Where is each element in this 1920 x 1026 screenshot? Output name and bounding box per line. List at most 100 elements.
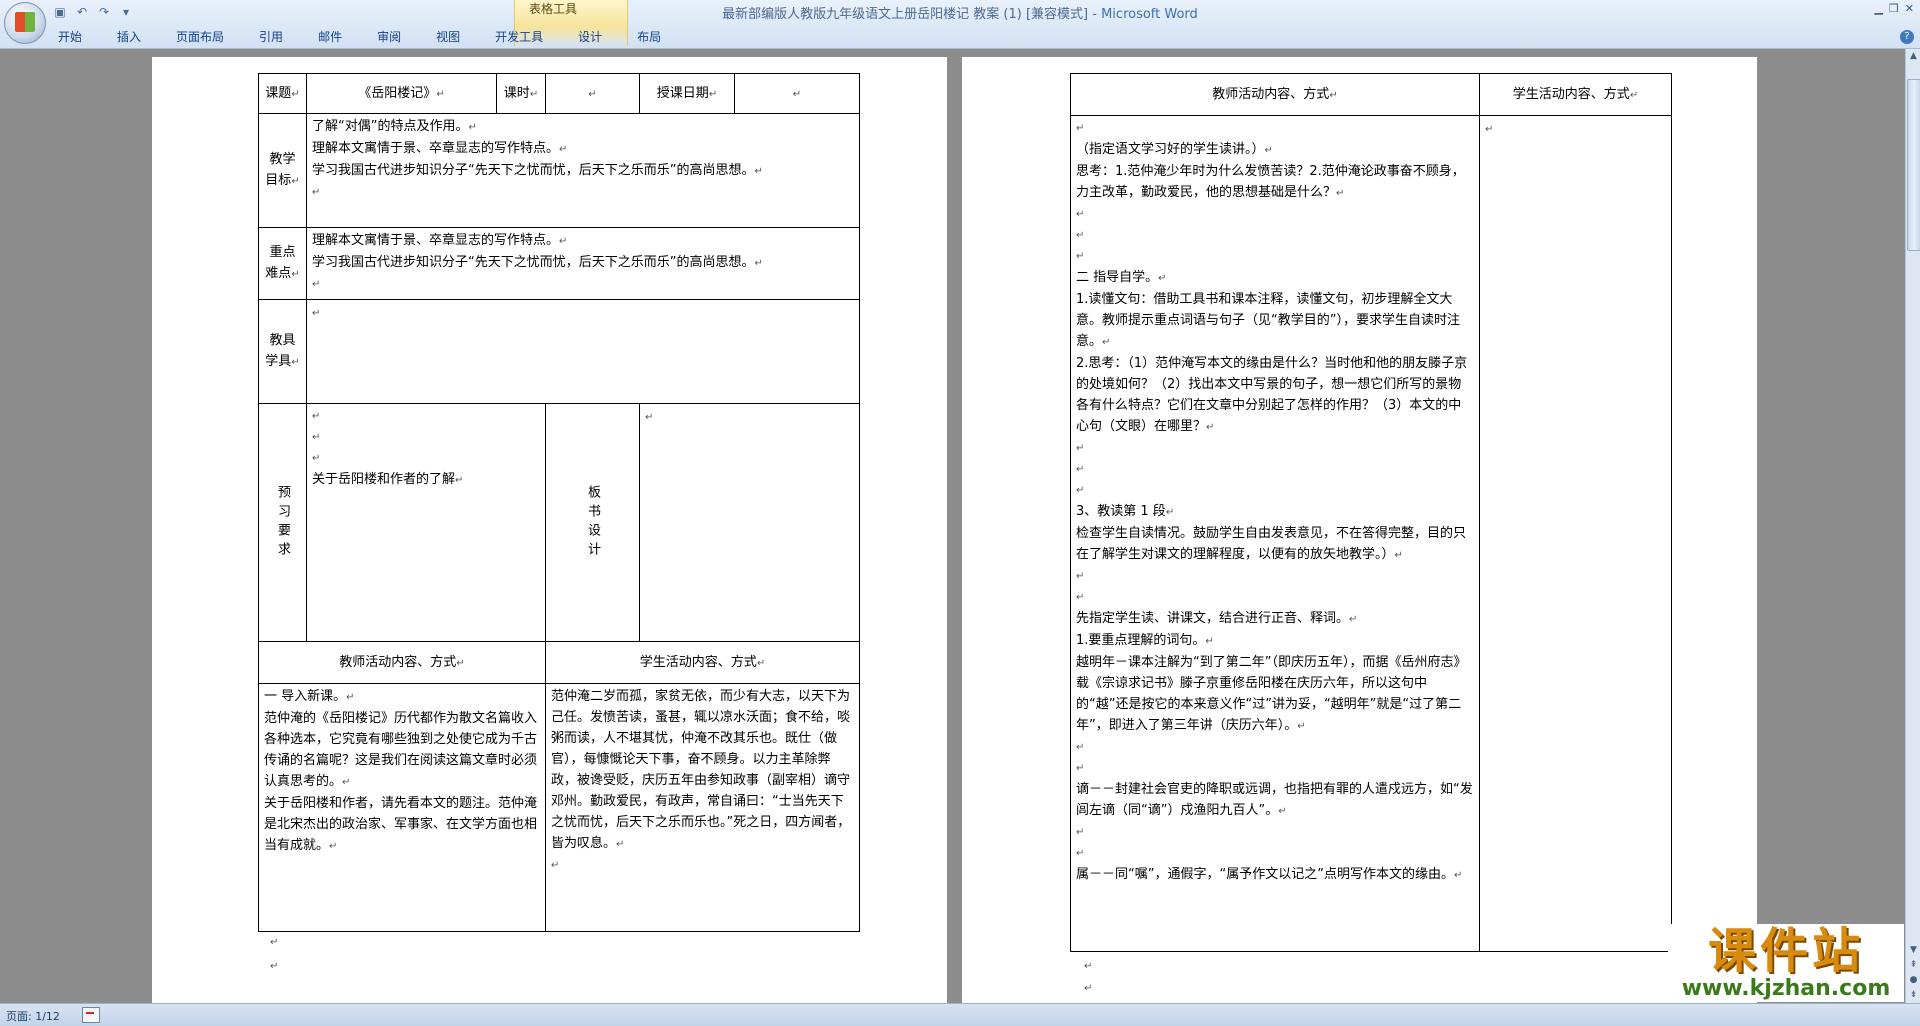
empty-paragraph-mark: ↵ (1076, 123, 1085, 134)
teacher-paragraph: 先指定学生读、讲课文，结合进行正音、释词。↵ (1076, 611, 1358, 626)
keypoint-item: 理解本文寓情于景、卒章显志的写作特点。↵ (312, 233, 568, 248)
date-value-cell[interactable]: ↵ (734, 73, 860, 114)
empty-paragraph-mark: ↵ (1076, 464, 1085, 475)
keypoint-item: 学习我国古代进步知识分子“先天下之忧而忧，后天下之乐而乐”的高尚思想。↵ (312, 255, 763, 270)
topic-value: 《岳阳楼记》 (358, 85, 437, 101)
tools-content-cell[interactable]: ↵ (306, 299, 860, 404)
watermark-logo: 课件站 www.kjzhan.com (1668, 924, 1904, 1002)
preview-label-cell: 预习要求 (258, 403, 307, 642)
scroll-down-icon[interactable]: ▼ (1906, 943, 1920, 958)
student-col-header: 学生活动内容、方式↵ (1479, 73, 1672, 116)
page-1: 课题↵ 《岳阳楼记》↵ 课时↵ ↵ 授课日期↵ ↵ 教学目标↵ 了解“对偶”的特… (152, 57, 947, 1003)
teacher-paragraph: 越明年－课本注解为“到了第二年”（即庆历五年），而据《岳州府志》载《宗谅求记书》… (1076, 655, 1467, 733)
scroll-thumb[interactable] (1907, 79, 1920, 251)
empty-paragraph-mark: ↵ (1076, 485, 1085, 496)
paragraph-mark: ↵ (1084, 983, 1093, 994)
help-icon[interactable]: ? (1900, 30, 1914, 44)
tab-developer[interactable]: 开发工具 (485, 28, 553, 46)
empty-paragraph-mark: ↵ (1076, 763, 1085, 774)
hours-value-cell[interactable]: ↵ (545, 73, 640, 114)
paragraph-mark: ↵ (270, 937, 279, 948)
maximize-icon[interactable]: ❐ (1889, 2, 1899, 15)
scroll-bottom-controls: ▼ ⇞ ● ⇟ (1906, 943, 1920, 1003)
student-activity-cell[interactable]: ↵ (1479, 115, 1672, 952)
window-controls: ▁ ❐ ✕ (1874, 2, 1914, 15)
empty-paragraph-mark: ↵ (1076, 592, 1085, 603)
tab-insert[interactable]: 插入 (107, 28, 151, 46)
teacher-paragraph: 检查学生自读情况。鼓励学生自由发表意见，不在答得完整，目的只在了解学生对课文的理… (1076, 526, 1467, 562)
student-activity-cell[interactable]: 范仲淹二岁而孤，家贫无依，而少有大志，以天下为己任。发愤苦读，蚤甚，辄以凉水沃面… (545, 683, 860, 932)
tab-design[interactable]: 设计 (568, 28, 612, 46)
goals-content-cell[interactable]: 了解“对偶”的特点及作用。↵ 理解本文寓情于景、卒章显志的写作特点。↵ 学习我国… (306, 113, 860, 228)
preview-text: 关于岳阳楼和作者的了解↵ (312, 472, 464, 487)
activity-table-continued: 教师活动内容、方式↵ 学生活动内容、方式↵ ↵ （指定语文学习好的学生读讲。）↵ 思… (1070, 73, 1672, 952)
title-bar: ▣ ↶ ↷ ▾ 表格工具 最新部编版人教版九年级语文上册岳阳楼记 教案 (1) … (0, 0, 1920, 49)
tools-label-cell: 教具学具↵ (258, 299, 307, 404)
empty-paragraph-mark: ↵ (1076, 742, 1085, 753)
minimize-icon[interactable]: ▁ (1874, 2, 1882, 15)
keypoints-content-cell[interactable]: 理解本文寓情于景、卒章显志的写作特点。↵ 学习我国古代进步知识分子“先天下之忧而… (306, 227, 860, 300)
topic-label: 课题 (265, 85, 292, 101)
close-icon[interactable]: ✕ (1905, 2, 1914, 15)
ribbon-tabs: 开始 插入 页面布局 引用 邮件 审阅 视图 开发工具 设计 布局 (48, 28, 686, 46)
goals-label-cell: 教学目标↵ (258, 113, 307, 228)
document-name: 最新部编版人教版九年级语文上册岳阳楼记 教案 (1) [兼容模式] - (722, 7, 1102, 22)
teacher-paragraph: 一 导入新课。↵ (264, 689, 355, 704)
tab-home[interactable]: 开始 (48, 28, 92, 46)
teacher-activity-cell[interactable]: 一 导入新课。↵ 范仲淹的《岳阳楼记》历代都作为散文名篇收入各种选本，它究竟有哪… (258, 683, 546, 932)
topic-value-cell[interactable]: 《岳阳楼记》↵ (306, 73, 497, 114)
teacher-paragraph: 3、教读第 1 段↵ (1076, 504, 1175, 519)
teacher-paragraph: 属－－同“嘱”，通假字，“属予作文以记之”点明写作本文的缘由。↵ (1076, 867, 1463, 882)
keypoints-row: 重点难点↵ 理解本文寓情于景、卒章显志的写作特点。↵ 学习我国古代进步知识分子“… (258, 227, 860, 300)
preview-content-cell[interactable]: ↵ ↵ ↵ 关于岳阳楼和作者的了解↵ (306, 403, 546, 642)
tab-mailings[interactable]: 邮件 (308, 28, 352, 46)
browse-object-icon[interactable]: ● (1906, 973, 1920, 988)
teacher-col-header: 教师活动内容、方式↵ (258, 641, 546, 684)
teacher-paragraph: 1.要重点理解的词句。↵ (1076, 633, 1214, 648)
lesson-plan-table: 课题↵ 《岳阳楼记》↵ 课时↵ ↵ 授课日期↵ ↵ 教学目标↵ 了解“对偶”的特… (258, 73, 860, 932)
teacher-paragraph: 思考：1.范仲淹少年时为什么发愤苦读？2.范仲淹论政事奋不顾身，力主改革，勤政爱… (1076, 164, 1465, 200)
empty-paragraph-mark: ↵ (1076, 209, 1085, 220)
teacher-col-header: 教师活动内容、方式↵ (1070, 73, 1480, 116)
board-label: 板书设计 (585, 484, 600, 561)
teacher-paragraph: 范仲淹的《岳阳楼记》历代都作为散文名篇收入各种选本，它究竟有哪些独到之处使它成为… (264, 711, 538, 789)
empty-paragraph-mark: ↵ (1076, 230, 1085, 241)
page-indicator[interactable]: 页面: 1/12 (6, 1008, 60, 1024)
teacher-paragraph: 谪－－封建社会官吏的降职或远调，也指把有罪的人遣戍远方，如“发闾左谪（同“谪”）… (1076, 782, 1473, 818)
watermark-brand: 课件站 (1707, 923, 1864, 979)
goal-item: 学习我国古代进步知识分子“先天下之忧而忧，后天下之乐而乐”的高尚思想。↵ (312, 163, 763, 178)
empty-paragraph-mark: ↵ (1076, 848, 1085, 859)
hours-label: 课时 (503, 85, 530, 101)
activity-header-row: 教师活动内容、方式↵ 学生活动内容、方式↵ (1070, 73, 1672, 116)
teacher-paragraph: 二 指导自学。↵ (1076, 270, 1167, 285)
date-label-cell: 授课日期↵ (639, 73, 735, 114)
teacher-paragraph: 2.思考：（1）范仲淹写本文的缘由是什么？当时他和他的朋友滕子京的处境如何？（2… (1076, 356, 1468, 434)
tab-page-layout[interactable]: 页面布局 (166, 28, 234, 46)
tab-references[interactable]: 引用 (249, 28, 293, 46)
teacher-activity-cell[interactable]: ↵ （指定语文学习好的学生读讲。）↵ 思考：1.范仲淹少年时为什么发愤苦读？2.范仲… (1070, 115, 1480, 952)
teacher-paragraph: 关于岳阳楼和作者，请先看本文的题注。范仲淹是北宋杰出的政治家、军事家、在文学方面… (264, 796, 538, 853)
tab-review[interactable]: 审阅 (367, 28, 411, 46)
tab-view[interactable]: 视图 (426, 28, 470, 46)
paragraph-mark: ↵ (270, 961, 279, 972)
goal-item: 理解本文寓情于景、卒章显志的写作特点。↵ (312, 141, 568, 156)
goals-row: 教学目标↵ 了解“对偶”的特点及作用。↵ 理解本文寓情于景、卒章显志的写作特点。… (258, 113, 860, 228)
hours-label-cell: 课时↵ (496, 73, 546, 114)
scroll-up-icon[interactable]: ▲ (1906, 49, 1920, 64)
next-page-icon[interactable]: ⇟ (1906, 988, 1920, 1003)
proofing-status-icon[interactable] (82, 1007, 100, 1023)
previous-page-icon[interactable]: ⇞ (1906, 958, 1920, 973)
app-name: Microsoft Word (1101, 7, 1198, 22)
header-row: 课题↵ 《岳阳楼记》↵ 课时↵ ↵ 授课日期↵ ↵ (258, 73, 860, 114)
vertical-scrollbar[interactable]: ▲ ▼ ⇞ ● ⇟ (1905, 49, 1920, 1003)
keypoints-label-cell: 重点难点↵ (258, 227, 307, 300)
teacher-paragraph: 1.读懂文句：借助工具书和课本注释，读懂文句，初步理解全文大意。教师提示重点词语… (1076, 292, 1460, 349)
goal-item: 了解“对偶”的特点及作用。↵ (312, 119, 477, 134)
activity-content-row: 一 导入新课。↵ 范仲淹的《岳阳楼记》历代都作为散文名篇收入各种选本，它究竟有哪… (258, 683, 860, 932)
page-2: 教师活动内容、方式↵ 学生活动内容、方式↵ ↵ （指定语文学习好的学生读讲。）↵ 思… (962, 57, 1757, 1003)
date-label: 授课日期 (656, 85, 709, 101)
activity-header-row: 教师活动内容、方式↵ 学生活动内容、方式↵ (258, 641, 860, 684)
tab-layout[interactable]: 布局 (627, 28, 671, 46)
board-content-cell[interactable]: ↵ (639, 403, 860, 642)
activity-content-row: ↵ （指定语文学习好的学生读讲。）↵ 思考：1.范仲淹少年时为什么发愤苦读？2.范仲… (1070, 115, 1672, 952)
